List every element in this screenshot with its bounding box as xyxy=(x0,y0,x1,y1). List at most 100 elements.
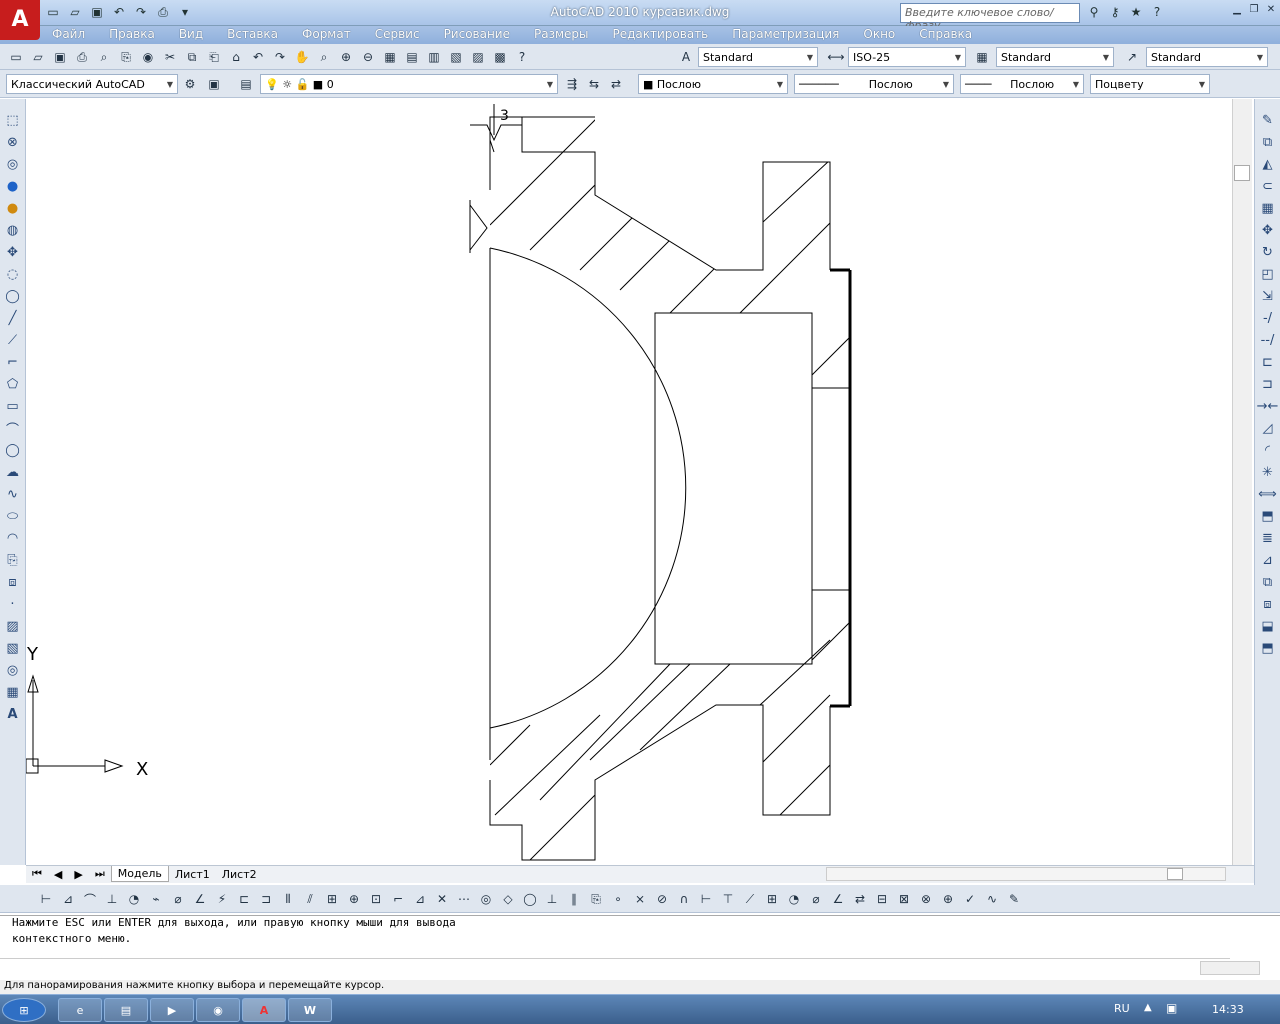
locate-icon[interactable]: ⊿ xyxy=(1257,549,1279,571)
dim-break-icon[interactable]: ⫽ xyxy=(300,889,320,909)
help-icon[interactable]: ? xyxy=(1148,3,1166,21)
linetype-select[interactable]: ────── Послою ▼ xyxy=(794,74,954,94)
search-input[interactable]: Введите ключевое слово/фразу xyxy=(900,3,1080,32)
restore-icon[interactable]: ❐ xyxy=(1247,3,1261,17)
trim-icon[interactable]: -/ xyxy=(1257,307,1279,329)
dist-icon[interactable]: ⟺ xyxy=(1257,483,1279,505)
design-center-icon[interactable]: ▤ xyxy=(402,47,422,67)
break-at-point-icon[interactable]: ⊐ xyxy=(1257,373,1279,395)
print-icon[interactable]: ⎙ xyxy=(154,3,172,21)
markup-icon[interactable]: ▨ xyxy=(468,47,488,67)
constraint-show-icon[interactable]: ⊟ xyxy=(872,889,892,909)
box-icon[interactable]: ⬚ xyxy=(2,109,24,131)
polygon-icon[interactable]: ⬠ xyxy=(2,373,24,395)
color-select[interactable]: ■ Послою ▼ xyxy=(638,74,788,94)
tab-nav-first-icon[interactable]: ⏮ xyxy=(26,866,48,882)
angular-icon[interactable]: ∠ xyxy=(190,889,210,909)
ordinate-icon[interactable]: ⊥ xyxy=(102,889,122,909)
text-icon[interactable]: A xyxy=(2,703,24,725)
extend-icon[interactable]: --/ xyxy=(1257,329,1279,351)
dim-space-icon[interactable]: ⫴ xyxy=(278,889,298,909)
copy-object-icon[interactable]: ⧉ xyxy=(1257,131,1279,153)
tolerance-icon[interactable]: ⊞ xyxy=(322,889,342,909)
baseline-icon[interactable]: ⊏ xyxy=(234,889,254,909)
sphere-icon[interactable]: ⊗ xyxy=(2,131,24,153)
gear-icon[interactable]: ⚙ xyxy=(180,74,200,94)
snap-extension-icon[interactable]: ⋯ xyxy=(454,889,474,909)
stretch-icon[interactable]: ⇲ xyxy=(1257,285,1279,307)
vertical-scrollbar[interactable] xyxy=(1232,99,1252,865)
center-mark-icon[interactable]: ⊕ xyxy=(344,889,364,909)
new-icon[interactable]: ▭ xyxy=(44,3,62,21)
draworder-above-icon[interactable]: ⬓ xyxy=(1257,615,1279,637)
save-icon[interactable]: ▣ xyxy=(88,3,106,21)
redo-icon[interactable]: ↷ xyxy=(270,47,290,67)
tab-sheet1[interactable]: Лист1 xyxy=(169,867,216,882)
hatch-icon[interactable]: ▨ xyxy=(2,615,24,637)
draworder-back-icon[interactable]: ⧈ xyxy=(1257,593,1279,615)
draworder-below-icon[interactable]: ⬒ xyxy=(1257,637,1279,659)
snap-parallel-icon[interactable]: ∥ xyxy=(564,889,584,909)
osnap-settings-icon[interactable]: ∩ xyxy=(674,889,694,909)
publish-icon[interactable]: ⎘ xyxy=(116,47,136,67)
paste-icon[interactable]: ⎗ xyxy=(204,47,224,67)
clock[interactable]: 14:33 xyxy=(1212,1003,1244,1016)
save-icon[interactable]: ▣ xyxy=(50,47,70,67)
zoom-icon[interactable]: ⌕ xyxy=(314,47,334,67)
snap-intersection-icon[interactable]: ✕ xyxy=(432,889,452,909)
media-task[interactable]: ▶ xyxy=(150,998,194,1022)
3d-print-icon[interactable]: ◉ xyxy=(138,47,158,67)
sheet-set-icon[interactable]: ▧ xyxy=(446,47,466,67)
tab-sheet2[interactable]: Лист2 xyxy=(216,867,263,882)
print-icon[interactable]: ⎙ xyxy=(72,47,92,67)
help-icon[interactable]: ? xyxy=(512,47,532,67)
radius-icon[interactable]: ◔ xyxy=(124,889,144,909)
tab-nav-prev-icon[interactable]: ◀ xyxy=(48,867,68,882)
diameter-icon[interactable]: ⌀ xyxy=(168,889,188,909)
word-task[interactable]: W xyxy=(288,998,332,1022)
free-orbit-icon[interactable]: ◯ xyxy=(2,285,24,307)
snap-perpendicular-icon[interactable]: ⊥ xyxy=(542,889,562,909)
menu-item-edit[interactable]: Правка xyxy=(97,26,167,44)
network-icon[interactable]: ▣ xyxy=(1166,1001,1177,1015)
break-icon[interactable]: ⊏ xyxy=(1257,351,1279,373)
dim-style-select[interactable]: ISO-25 ▼ xyxy=(848,47,966,67)
close-icon[interactable]: ✕ xyxy=(1264,3,1278,17)
inspection-icon[interactable]: ⊡ xyxy=(366,889,386,909)
table-icon[interactable]: ▦ xyxy=(2,681,24,703)
star-icon[interactable]: ★ xyxy=(1127,3,1145,21)
move-icon[interactable]: ✥ xyxy=(1257,219,1279,241)
language-indicator[interactable]: RU xyxy=(1114,1002,1130,1015)
chrome-task[interactable]: ◉ xyxy=(196,998,240,1022)
explode-icon[interactable]: ✳ xyxy=(1257,461,1279,483)
quick-dim-icon[interactable]: ⚡ xyxy=(212,889,232,909)
rectangle-icon[interactable]: ▭ xyxy=(2,395,24,417)
constraint-radius-icon[interactable]: ◔ xyxy=(784,889,804,909)
region-icon[interactable]: ◎ xyxy=(2,659,24,681)
move-icon[interactable]: ✥ xyxy=(2,241,24,263)
arc-icon[interactable]: ⌒ xyxy=(2,417,24,439)
menu-item-view[interactable]: Вид xyxy=(167,26,215,44)
edit-icon[interactable]: ✎ xyxy=(1004,889,1024,909)
snap-endpoint-icon[interactable]: ⌐ xyxy=(388,889,408,909)
scroll-thumb[interactable] xyxy=(1234,165,1250,181)
chamfer-icon[interactable]: ◿ xyxy=(1257,417,1279,439)
spline-icon[interactable]: ∿ xyxy=(2,483,24,505)
constraint-auto-icon[interactable]: ⊞ xyxy=(762,889,782,909)
snap-midpoint-icon[interactable]: ⊿ xyxy=(410,889,430,909)
menu-item-insert[interactable]: Вставка xyxy=(215,26,290,44)
constraint-horizontal-icon[interactable]: ⊢ xyxy=(696,889,716,909)
layer-previous-icon[interactable]: ⇆ xyxy=(584,74,604,94)
rotate-icon[interactable]: ↻ xyxy=(1257,241,1279,263)
arc-length-icon[interactable]: ⌒ xyxy=(80,889,100,909)
constraint-vertical-icon[interactable]: ⊤ xyxy=(718,889,738,909)
pan-icon[interactable]: ✋ xyxy=(292,47,312,67)
polyline-icon[interactable]: ⌐ xyxy=(2,351,24,373)
workspace-settings-icon[interactable]: ▣ xyxy=(204,74,224,94)
scale-icon[interactable]: ◰ xyxy=(1257,263,1279,285)
cut-icon[interactable]: ✂ xyxy=(160,47,180,67)
gradient-icon[interactable]: ▧ xyxy=(2,637,24,659)
ie-task[interactable]: e xyxy=(58,998,102,1022)
horizontal-scrollbar[interactable] xyxy=(826,867,1226,881)
constraint-hide-icon[interactable]: ⊠ xyxy=(894,889,914,909)
